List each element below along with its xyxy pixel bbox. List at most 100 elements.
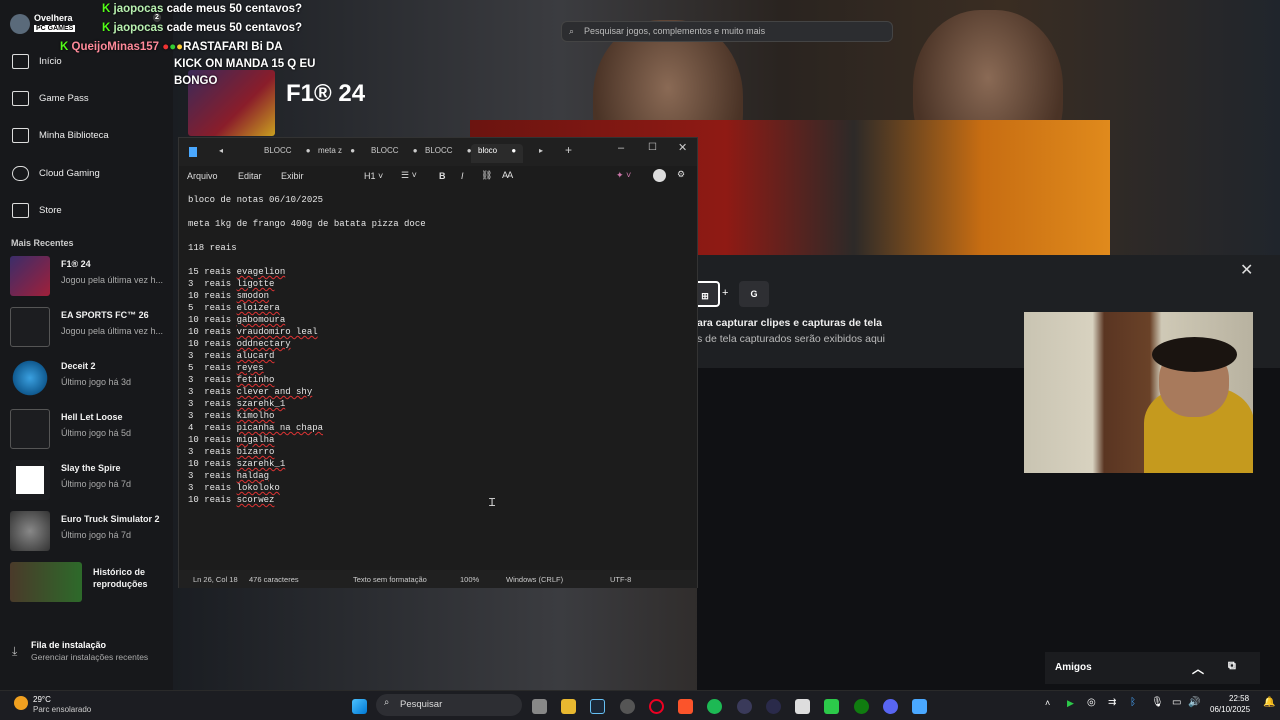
download-icon: ⤓ <box>12 644 18 658</box>
brave-icon[interactable] <box>678 699 693 714</box>
network-icon[interactable]: ▭ <box>1172 697 1181 708</box>
nav-label: Minha Biblioteca <box>39 130 109 141</box>
close-icon[interactable]: ✕ <box>1240 260 1253 280</box>
clear-format-icon[interactable]: Ꜳ <box>502 170 513 181</box>
minimize-icon[interactable]: – <box>618 142 624 154</box>
weather-icon <box>14 696 28 710</box>
recent-game-ea-fc-26[interactable]: EA SPORTS FC™ 26 Jogou pela última vez h.… <box>10 305 170 349</box>
editor-line: 10 reais szarehk_1 <box>188 459 286 469</box>
recent-game-deceit-2[interactable]: Deceit 2 Último jogo há 3d <box>10 356 170 400</box>
unsaved-dot-icon: ● <box>350 146 356 155</box>
text-format[interactable]: Texto sem formatação <box>353 575 427 584</box>
new-tab-icon[interactable]: + <box>565 143 572 157</box>
tab-blocc-1[interactable]: BLOCC ● <box>264 146 311 155</box>
opera-gx-icon[interactable] <box>649 699 664 714</box>
tab-meta[interactable]: meta z ● <box>318 146 355 155</box>
editor-line: bloco de notas 06/10/2025 <box>188 195 324 205</box>
recent-game-euro-truck-simulator-2[interactable]: Euro Truck Simulator 2 Último jogo há 7d <box>10 509 170 553</box>
menu-arquivo[interactable]: Arquivo <box>187 171 218 181</box>
zoom-level[interactable]: 100% <box>460 575 479 584</box>
weather-temp[interactable]: 29°C <box>33 695 51 704</box>
taskbar-search[interactable]: ⌕ Pesquisar <box>376 694 522 716</box>
friends-panel[interactable]: Amigos ︿ ⧉ <box>1045 652 1260 684</box>
play-icon[interactable] <box>824 699 839 714</box>
line-ending[interactable]: Windows (CRLF) <box>506 575 563 584</box>
chevron-up-icon[interactable]: ︿ <box>1192 660 1204 677</box>
recent-game-f1-24[interactable]: F1® 24 Jogou pela última vez h... <box>10 254 170 298</box>
steam-icon[interactable] <box>590 699 605 714</box>
volume-icon[interactable]: 🔊 <box>1188 697 1200 708</box>
app-tray-icon[interactable]: ◎ <box>1087 697 1096 708</box>
tab-blocc-2[interactable]: BLOCC ● <box>371 146 418 155</box>
windows-start-icon[interactable] <box>352 699 367 714</box>
nav-home[interactable]: Início <box>12 54 62 69</box>
discord-icon[interactable] <box>883 699 898 714</box>
game-title: Hell Let Loose <box>61 412 123 422</box>
minecraft-thumbnail <box>10 562 82 602</box>
clock-date[interactable]: 06/10/2025 <box>1210 705 1250 714</box>
cursor-position: Ln 26, Col 18 <box>193 575 238 584</box>
nav-store[interactable]: Store <box>12 203 62 218</box>
editor-line: 3 reais clever and shy <box>188 387 313 397</box>
document-icon[interactable] <box>795 699 810 714</box>
heading-dropdown[interactable]: H1 ˅ <box>364 171 383 181</box>
menu-editar[interactable]: Editar <box>238 171 262 181</box>
install-queue-title[interactable]: Fila de instalação <box>31 640 106 650</box>
notepad-app-icon <box>189 147 197 157</box>
notepad-menubar: Arquivo Editar Exibir H1 ˅ ☰ ˅ B I ⛓ Ꜳ ✦… <box>179 166 697 188</box>
scroll-left-icon[interactable]: ◂ <box>219 146 223 155</box>
notification-icon[interactable]: 🔔 <box>1263 697 1275 708</box>
editor-line: 3 reais fetinho <box>188 375 275 385</box>
notepad-icon[interactable] <box>912 699 927 714</box>
nav-library[interactable]: Minha Biblioteca <box>12 128 109 143</box>
app-icon[interactable] <box>737 699 752 714</box>
nav-cloud-gaming[interactable]: Cloud Gaming <box>12 166 100 181</box>
account-icon[interactable] <box>653 169 666 182</box>
xbox-icon[interactable] <box>854 699 869 714</box>
settings-icon[interactable]: ⚙ <box>677 169 685 180</box>
recent-game-slay-the-spire[interactable]: Slay the Spire Último jogo há 7d <box>10 458 170 502</box>
app-icon[interactable] <box>766 699 781 714</box>
tray-icon[interactable]: ⇉ <box>1108 697 1116 708</box>
italic-icon[interactable]: I <box>461 171 464 181</box>
game-title: EA SPORTS FC™ 26 <box>61 310 149 320</box>
tab-blocc-3[interactable]: BLOCC ● <box>425 146 472 155</box>
close-window-icon[interactable]: ✕ <box>678 141 687 154</box>
search-input[interactable]: ⌕ Pesquisar jogos, complementos e muito … <box>561 21 893 42</box>
link-icon[interactable]: ⛓ <box>481 170 492 181</box>
weather-desc[interactable]: Parc ensolarado <box>33 705 91 714</box>
search-placeholder: Pesquisar jogos, complementos e muito ma… <box>584 26 766 36</box>
editor-name: scorwez <box>236 495 275 505</box>
menu-exibir[interactable]: Exibir <box>281 171 304 181</box>
notepad-editor[interactable]: bloco de notas 06/10/2025 meta 1kg de fr… <box>188 194 688 506</box>
editor-line: 10 reais vraudomiro leal <box>188 327 318 337</box>
game-subtitle: Último jogo há 7d <box>61 479 132 489</box>
play-icon[interactable]: ▶ <box>1067 698 1074 709</box>
popout-icon[interactable]: ⧉ <box>1228 660 1236 673</box>
spotify-icon[interactable] <box>707 699 722 714</box>
editor-name: szarehk_1 <box>236 459 286 469</box>
editor-name: picanha na chapa <box>236 423 324 433</box>
avatar[interactable] <box>10 14 30 34</box>
task-view-icon[interactable] <box>532 699 547 714</box>
encoding[interactable]: UTF-8 <box>610 575 631 584</box>
tab-label: BLOCC <box>264 146 292 155</box>
copilot-icon[interactable]: ✦ ˅ <box>616 170 631 181</box>
taskbar: 29°C Parc ensolarado ⌕ Pesquisar ˄ ▶ ◎ ⇉ … <box>0 690 1280 720</box>
chevron-up-icon[interactable]: ˄ <box>1045 698 1050 708</box>
app-icon[interactable] <box>620 699 635 714</box>
bluetooth-icon[interactable]: ᛒ <box>1130 697 1136 708</box>
tab-label: bloco <box>478 146 498 155</box>
clock-time[interactable]: 22:58 <box>1229 694 1249 703</box>
maximize-icon[interactable]: ☐ <box>648 142 657 153</box>
tab-bloco-active[interactable]: bloco ● <box>478 146 516 155</box>
list-icon[interactable]: ☰ ˅ <box>401 170 417 181</box>
nav-game-pass[interactable]: Game Pass <box>12 91 89 106</box>
recent-game-hell-let-loose[interactable]: Hell Let Loose Último jogo há 5d <box>10 407 170 451</box>
file-explorer-icon[interactable] <box>561 699 576 714</box>
microphone-icon[interactable]: 🎙 <box>1151 697 1164 708</box>
scroll-right-icon[interactable]: ▸ <box>539 146 543 155</box>
recent-history[interactable]: Histórico de reproduções <box>10 560 170 602</box>
bold-icon[interactable]: B <box>439 171 446 181</box>
